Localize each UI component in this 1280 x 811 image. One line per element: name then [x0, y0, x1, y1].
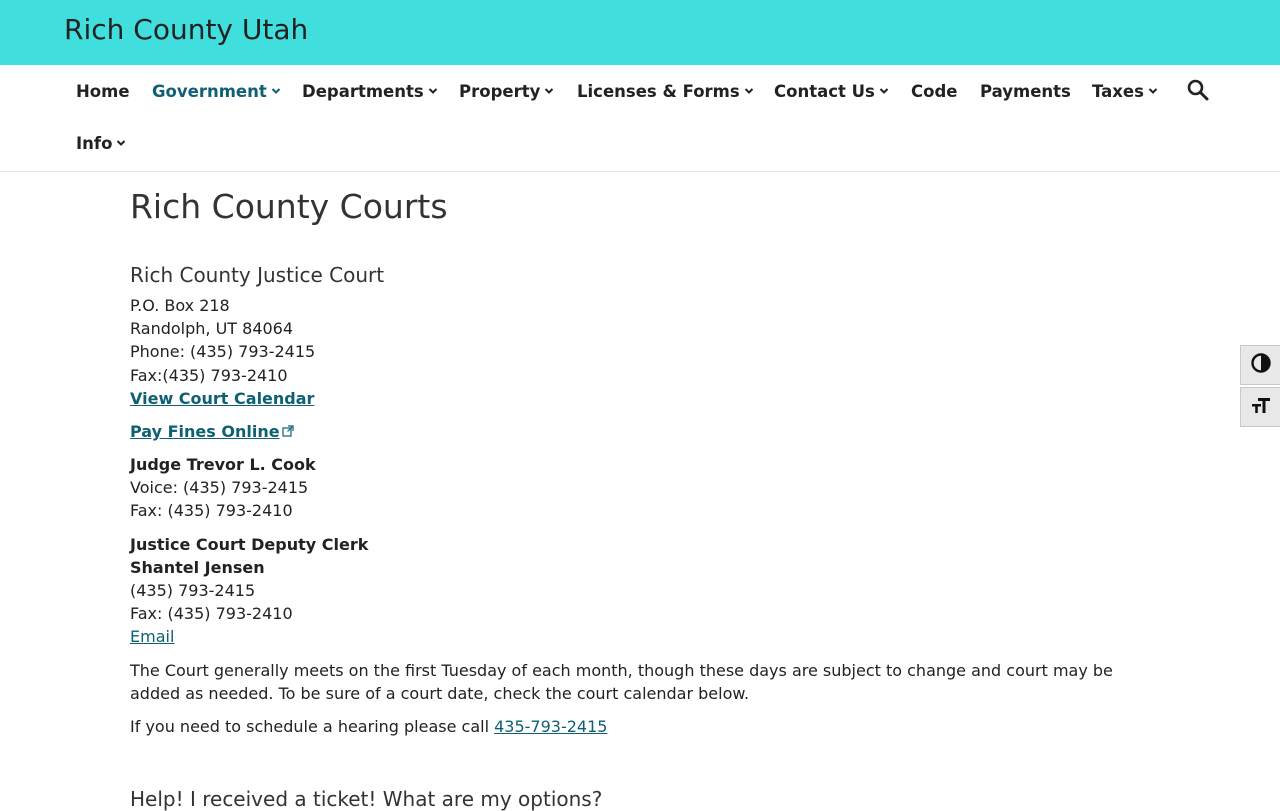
hearing-text: If you need to schedule a hearing please… [130, 717, 495, 736]
chevron-down-icon [1148, 86, 1158, 96]
chevron-down-icon [116, 138, 126, 148]
site-header: Rich County Utah [0, 0, 1280, 65]
nav-item-departments[interactable]: Departments [302, 79, 438, 103]
font-size-toggle-icon [1250, 394, 1272, 420]
schedule-paragraph: The Court generally meets on the first T… [130, 661, 1113, 703]
nav-item-label: Info [76, 133, 113, 153]
clerk-name: Shantel Jensen [130, 558, 265, 577]
chevron-down-icon [271, 86, 281, 96]
search-button[interactable] [1186, 78, 1210, 102]
ticket-help-heading: Help! I received a ticket! What are my o… [130, 787, 603, 811]
nav-item-label: Contact Us [774, 81, 875, 101]
nav-item-government[interactable]: Government [152, 79, 281, 103]
font-size-toggle-button[interactable] [1240, 387, 1280, 427]
chevron-down-icon [744, 86, 754, 96]
chevron-down-icon [879, 86, 889, 96]
external-link-icon [281, 420, 294, 437]
clerk-phone: (435) 793-2415 [130, 581, 256, 600]
clerk-fax: Fax: (435) 793-2410 [130, 604, 293, 623]
clerk-title: Justice Court Deputy Clerk [130, 535, 369, 554]
nav-item-contact-us[interactable]: Contact Us [774, 79, 889, 103]
nav-item-label: Departments [302, 81, 424, 101]
search-icon [1186, 79, 1210, 106]
pay-fines-online-row: Pay Fines Online [130, 420, 294, 443]
phone-text: Phone: (435) 793-2415 [130, 342, 316, 361]
nav-item-taxes[interactable]: Taxes [1092, 79, 1158, 103]
nav-item-code[interactable]: Code [911, 79, 957, 103]
hearing-paragraph: If you need to schedule a hearing please… [130, 715, 607, 738]
nav-item-property[interactable]: Property [459, 79, 554, 103]
site-title[interactable]: Rich County Utah [64, 13, 308, 46]
nav-item-licenses-forms[interactable]: Licenses & Forms [577, 79, 754, 103]
nav-item-home[interactable]: Home [76, 79, 130, 103]
email-link[interactable]: Email [130, 625, 174, 648]
nav-item-info[interactable]: Info [76, 131, 126, 155]
nav-item-label: Home [76, 81, 130, 101]
chevron-down-icon [544, 86, 554, 96]
contrast-toggle-button[interactable] [1240, 345, 1280, 385]
judge-fax: Fax: (435) 793-2410 [130, 501, 293, 520]
nav-item-label: Payments [980, 81, 1071, 101]
contrast-toggle-icon [1250, 352, 1272, 378]
section-heading: Rich County Justice Court [130, 263, 385, 287]
pay-fines-online-link[interactable]: Pay Fines Online [130, 422, 280, 441]
judge-name: Judge Trevor L. Cook [130, 455, 316, 474]
page-title: Rich County Courts [130, 187, 448, 226]
nav-item-label: Taxes [1092, 81, 1144, 101]
fax-text: Fax:(435) 793-2410 [130, 366, 288, 385]
address-line: P.O. Box 218 [130, 296, 230, 315]
address-line: Randolph, UT 84064 [130, 319, 294, 338]
view-court-calendar-link[interactable]: View Court Calendar [130, 387, 314, 410]
nav-item-label: Property [459, 81, 541, 101]
nav-item-payments[interactable]: Payments [980, 79, 1071, 103]
nav-item-label: Code [911, 81, 958, 101]
nav-item-label: Government [152, 81, 267, 101]
nav-item-label: Licenses & Forms [577, 81, 740, 101]
hearing-phone-link[interactable]: 435-793-2415 [494, 717, 607, 736]
chevron-down-icon [428, 86, 438, 96]
judge-voice: Voice: (435) 793-2415 [130, 478, 309, 497]
main-navigation: Home Government Departments Property Lic… [0, 65, 1280, 172]
